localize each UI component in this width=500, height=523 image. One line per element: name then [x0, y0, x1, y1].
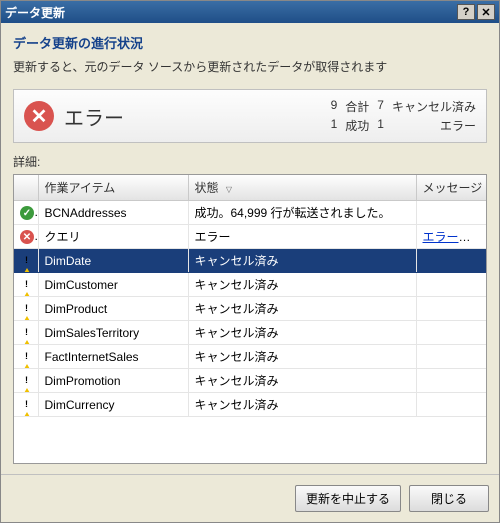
row-message-cell: エラーの詳細: [416, 225, 486, 249]
error-label: エラー: [392, 117, 476, 134]
row-status-cell: キャンセル済み: [188, 321, 416, 345]
table-body: ✓BCNAddresses成功。64,999 行が転送されました。✕クエリエラー…: [14, 201, 486, 417]
row-status-cell: キャンセル済み: [188, 393, 416, 417]
row-status-cell: キャンセル済み: [188, 369, 416, 393]
total-label: 合計: [345, 98, 369, 115]
row-icon-cell: [14, 273, 38, 297]
row-icon-cell: [14, 249, 38, 273]
warning-icon: [20, 398, 34, 417]
col-icon-header[interactable]: [14, 175, 38, 201]
warning-icon: [20, 278, 34, 297]
table-row[interactable]: FactInternetSalesキャンセル済み: [14, 345, 486, 369]
warning-icon: [20, 350, 34, 369]
row-icon-cell: [14, 321, 38, 345]
success-icon: ✓: [20, 206, 34, 220]
total-count: 9: [331, 98, 338, 115]
error-details-link[interactable]: エラーの詳細: [423, 230, 487, 244]
status-counts: 9 合計 7 キャンセル済み 1 成功 1 エラー: [331, 98, 476, 134]
table-row[interactable]: DimCurrencyキャンセル済み: [14, 393, 486, 417]
row-status-cell: キャンセル済み: [188, 297, 416, 321]
row-item-cell: DimPromotion: [38, 369, 188, 393]
details-label: 詳細:: [13, 153, 487, 170]
window-title: データ更新: [5, 4, 65, 21]
stop-refresh-button[interactable]: 更新を中止する: [295, 485, 401, 512]
row-item-cell: DimCurrency: [38, 393, 188, 417]
row-status-cell: 成功。64,999 行が転送されました。: [188, 201, 416, 225]
title-bar: データ更新 ? ✕: [1, 1, 499, 23]
page-heading: データ更新の進行状況: [13, 33, 487, 52]
col-item-header[interactable]: 作業アイテム: [38, 175, 188, 201]
row-item-cell: DimProduct: [38, 297, 188, 321]
row-status-cell: キャンセル済み: [188, 273, 416, 297]
sort-indicator-icon: ▽: [226, 185, 232, 194]
row-message-cell: [416, 393, 486, 417]
row-icon-cell: ✕: [14, 225, 38, 249]
table-row[interactable]: DimCustomerキャンセル済み: [14, 273, 486, 297]
warning-icon: [20, 302, 34, 321]
warning-icon: [20, 326, 34, 345]
error-icon: ✕: [24, 101, 54, 131]
row-status-cell: キャンセル済み: [188, 249, 416, 273]
row-item-cell: DimSalesTerritory: [38, 321, 188, 345]
row-item-cell: DimCustomer: [38, 273, 188, 297]
dialog-window: データ更新 ? ✕ データ更新の進行状況 更新すると、元のデータ ソースから更新…: [0, 0, 500, 523]
error-count: 1: [377, 117, 384, 134]
table-row[interactable]: ✓ BCNAddresses成功。64,999 行が転送されました。: [14, 201, 486, 225]
cancel-count: 7: [377, 98, 384, 115]
status-panel: ✕ エラー 9 合計 7 キャンセル済み 1 成功 1 エラー: [13, 89, 487, 143]
table-header-row: 作業アイテム 状態 ▽ メッセージ: [14, 175, 486, 201]
row-message-cell: [416, 345, 486, 369]
row-icon-cell: [14, 345, 38, 369]
page-subtext: 更新すると、元のデータ ソースから更新されたデータが取得されます: [13, 58, 487, 75]
row-message-cell: [416, 297, 486, 321]
row-item-cell: DimDate: [38, 249, 188, 273]
error-icon: ✕: [20, 230, 34, 244]
row-status-cell: キャンセル済み: [188, 345, 416, 369]
row-item-cell: BCNAddresses: [38, 201, 188, 225]
row-icon-cell: [14, 297, 38, 321]
row-icon-cell: [14, 369, 38, 393]
table-row[interactable]: ✕ クエリエラーエラーの詳細: [14, 225, 486, 249]
row-item-cell: FactInternetSales: [38, 345, 188, 369]
warning-icon: [20, 374, 34, 393]
help-button[interactable]: ?: [457, 4, 475, 20]
row-message-cell: [416, 273, 486, 297]
close-button[interactable]: 閉じる: [409, 485, 489, 512]
col-status-header[interactable]: 状態 ▽: [188, 175, 416, 201]
col-message-header[interactable]: メッセージ: [416, 175, 486, 201]
row-message-cell: [416, 249, 486, 273]
row-message-cell: [416, 369, 486, 393]
success-count: 1: [331, 117, 338, 134]
table-row[interactable]: DimDateキャンセル済み: [14, 249, 486, 273]
row-status-cell: エラー: [188, 225, 416, 249]
table-row[interactable]: DimPromotionキャンセル済み: [14, 369, 486, 393]
details-table: 作業アイテム 状態 ▽ メッセージ ✓ BCNAddresses成功。64,999…: [13, 174, 487, 464]
dialog-body: データ更新の進行状況 更新すると、元のデータ ソースから更新されたデータが取得さ…: [1, 23, 499, 474]
status-title: エラー: [64, 102, 124, 131]
success-label: 成功: [345, 117, 369, 134]
table-row[interactable]: DimSalesTerritoryキャンセル済み: [14, 321, 486, 345]
cancel-label: キャンセル済み: [392, 98, 476, 115]
close-window-button[interactable]: ✕: [477, 4, 495, 20]
row-item-cell: クエリ: [38, 225, 188, 249]
row-icon-cell: ✓: [14, 201, 38, 225]
button-bar: 更新を中止する 閉じる: [1, 474, 499, 522]
row-icon-cell: [14, 393, 38, 417]
row-message-cell: [416, 201, 486, 225]
row-message-cell: [416, 321, 486, 345]
warning-icon: [20, 254, 34, 273]
table-row[interactable]: DimProductキャンセル済み: [14, 297, 486, 321]
